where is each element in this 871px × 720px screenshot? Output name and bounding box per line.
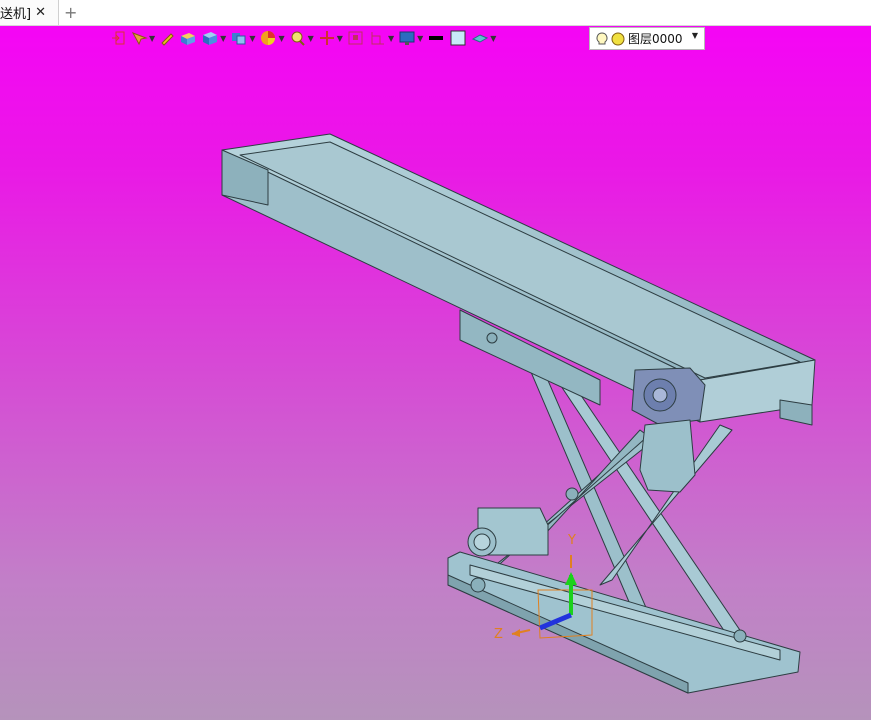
document-tab-bar: 送机] ✕ + <box>0 0 871 26</box>
chevron-down-icon: ▼ <box>278 33 285 43</box>
plane-icon <box>472 34 489 43</box>
fill-color-button[interactable] <box>447 27 469 49</box>
chevron-down-icon: ▼ <box>149 33 156 43</box>
zoom-icon <box>291 31 305 46</box>
layer-dropdown[interactable]: 图层0000 ▼ <box>589 27 705 50</box>
pan-button[interactable]: ▼ <box>316 27 345 49</box>
plane-button[interactable]: ▼ <box>469 27 498 49</box>
y-axis-label: Y <box>568 533 576 548</box>
cube-view-button[interactable]: ▼ <box>199 27 228 49</box>
bulb-icon <box>596 31 608 44</box>
tab-title: 送机] <box>0 7 32 22</box>
sun-icon <box>611 32 625 45</box>
chevron-down-icon: ▼ <box>307 33 314 43</box>
z-axis-label: Z <box>494 627 503 642</box>
chevron-down-icon: ▼ <box>249 33 256 43</box>
line-color-icon <box>429 36 444 40</box>
color-wheel-icon <box>261 31 276 45</box>
line-color-button[interactable] <box>425 27 447 49</box>
new-tab-icon[interactable]: + <box>64 3 77 22</box>
chevron-down-icon: ▼ <box>387 33 395 43</box>
section-button[interactable]: ▼ <box>367 27 396 49</box>
layer-name: 图层0000 <box>628 32 683 46</box>
select-filter-button[interactable]: ▼ <box>128 27 157 49</box>
select-filter-icon <box>131 32 148 46</box>
view-orient-button[interactable]: ▼ <box>228 27 257 49</box>
chevron-down-icon: ▼ <box>417 33 424 43</box>
cube-icon <box>203 32 218 45</box>
move-icon <box>319 31 334 45</box>
box-icon <box>181 33 196 45</box>
display-icon <box>399 31 415 45</box>
fit-view-button[interactable] <box>345 27 367 49</box>
conveyor-model[interactable] <box>0 26 871 720</box>
chevron-down-icon: ▼ <box>490 33 497 43</box>
close-icon[interactable]: ✕ <box>35 5 46 20</box>
fit-view-icon <box>348 31 363 45</box>
chevron-down-icon: ▼ <box>691 31 698 40</box>
render-mode-button[interactable]: ▼ <box>257 27 286 49</box>
box-button[interactable] <box>177 27 199 49</box>
pencil-icon <box>161 33 174 46</box>
section-icon <box>371 32 384 45</box>
sketch-button[interactable] <box>157 27 177 49</box>
display-button[interactable]: ▼ <box>396 27 425 49</box>
view-toolbar: ▼ ▼ ▼ ▼ ▼ ▼ ▼ ▼ ▼ <box>108 27 498 49</box>
view-orient-icon <box>232 33 246 45</box>
document-tab[interactable]: 送机] ✕ <box>0 0 59 25</box>
chevron-down-icon: ▼ <box>220 33 227 43</box>
chevron-down-icon: ▼ <box>336 33 343 43</box>
exit-icon <box>112 31 125 45</box>
exit-button[interactable] <box>108 27 128 49</box>
fill-color-icon <box>450 30 466 46</box>
zoom-button[interactable]: ▼ <box>287 27 316 49</box>
